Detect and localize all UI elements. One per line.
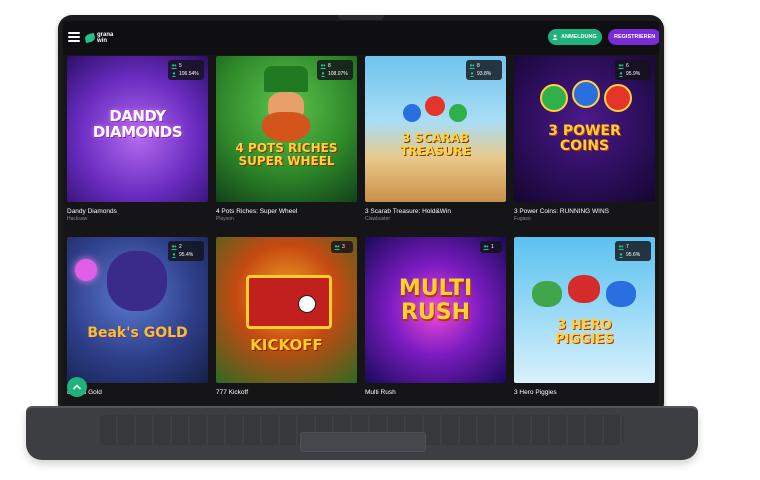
slot-reels bbox=[246, 275, 332, 329]
game-thumbnail[interactable]: 3 SCARAB TREASURE 8 93.8% bbox=[365, 56, 506, 202]
players-icon bbox=[320, 63, 326, 69]
wizard-bird bbox=[107, 251, 167, 311]
game-title[interactable]: Multi Rush bbox=[365, 389, 506, 397]
hero-piggies bbox=[532, 275, 636, 309]
players-count: 8 bbox=[328, 63, 331, 69]
leprechaun-beard bbox=[262, 112, 310, 142]
game-thumbnail[interactable]: 4 POTS RICHES SUPER WHEEL 8 108.07% bbox=[216, 56, 357, 202]
players-count: 2 bbox=[179, 244, 182, 250]
rtp-icon bbox=[171, 71, 177, 77]
rtp-icon bbox=[469, 71, 475, 77]
game-stats: 3 bbox=[331, 241, 353, 253]
game-title[interactable]: 3 Scarab Treasure: Hold&Win bbox=[365, 208, 506, 216]
scroll-top-button[interactable] bbox=[67, 377, 87, 397]
rtp-icon bbox=[618, 71, 624, 77]
players-count: 6 bbox=[626, 63, 629, 69]
game-thumbnail[interactable]: KICKOFF 3 bbox=[216, 237, 357, 383]
players-icon bbox=[334, 244, 340, 250]
app-screen: grana win ANMELDUNG REGISTRIEREN DANDY D… bbox=[63, 21, 659, 405]
rtp-icon bbox=[171, 252, 177, 258]
user-icon bbox=[552, 34, 558, 40]
players-count: 3 bbox=[342, 244, 345, 250]
game-title[interactable]: Dandy Diamonds bbox=[67, 208, 208, 216]
game-art-title: 3 HERO PIGGIES bbox=[555, 318, 614, 347]
game-thumbnail[interactable]: 3 POWER COINS 6 95.9% bbox=[514, 56, 655, 202]
rtp-value: 95.9% bbox=[626, 71, 641, 77]
register-label: REGISTRIEREN bbox=[614, 34, 656, 40]
game-title[interactable]: 4 Pots Riches: Super Wheel bbox=[216, 208, 357, 216]
logo-mark-icon bbox=[84, 32, 96, 44]
logo-text: grana win bbox=[97, 32, 114, 44]
game-title[interactable]: 3 Hero Piggies bbox=[514, 389, 655, 397]
game-stats: 6 95.9% bbox=[615, 60, 651, 80]
game-title[interactable]: 3 Power Coins: RUNNING WINS bbox=[514, 208, 655, 216]
game-art-title: KICKOFF bbox=[250, 336, 323, 354]
rtp-value: 108.07% bbox=[328, 71, 348, 77]
rtp-value: 93.8% bbox=[477, 71, 492, 77]
players-icon bbox=[469, 63, 475, 69]
game-art-title: 4 POTS RICHES SUPER WHEEL bbox=[235, 141, 338, 168]
players-icon bbox=[483, 244, 489, 250]
game-stats: 8 108.07% bbox=[317, 60, 353, 80]
app-header: grana win ANMELDUNG REGISTRIEREN bbox=[63, 21, 659, 55]
players-count: 7 bbox=[626, 244, 629, 250]
magic-orb bbox=[75, 259, 97, 281]
rtp-icon bbox=[618, 252, 624, 258]
laptop-mockup: grana win ANMELDUNG REGISTRIEREN DANDY D… bbox=[0, 0, 760, 480]
game-provider: Playson bbox=[216, 216, 234, 222]
register-button[interactable]: REGISTRIEREN bbox=[608, 29, 659, 45]
hamburger-icon[interactable] bbox=[68, 32, 80, 42]
game-stats: 8 93.8% bbox=[466, 60, 502, 80]
chevron-up-icon bbox=[73, 384, 81, 390]
rtp-value: 106.54% bbox=[179, 71, 199, 77]
players-icon bbox=[171, 63, 177, 69]
login-button[interactable]: ANMELDUNG bbox=[548, 29, 602, 45]
football-icon bbox=[298, 295, 316, 313]
players-icon bbox=[618, 63, 624, 69]
players-count: 5 bbox=[179, 63, 182, 69]
game-art-title: 3 POWER COINS bbox=[548, 123, 621, 154]
game-art-title: MULTI RUSH bbox=[398, 276, 473, 325]
power-coins bbox=[540, 80, 632, 112]
players-count: 8 bbox=[477, 63, 480, 69]
game-stats: 2 95.4% bbox=[168, 241, 204, 261]
game-stats: 7 95.6% bbox=[615, 241, 651, 261]
game-thumbnail[interactable]: Beak's GOLD 2 95.4% bbox=[67, 237, 208, 383]
game-stats: 1 bbox=[480, 241, 502, 253]
game-title[interactable]: Beak's Gold bbox=[67, 389, 208, 397]
game-provider: Fugaso bbox=[514, 216, 531, 222]
leprechaun-hat bbox=[264, 66, 308, 92]
scarab-gems bbox=[403, 96, 467, 130]
camera-notch bbox=[338, 15, 384, 20]
laptop-touchpad bbox=[300, 432, 426, 452]
game-thumbnail[interactable]: 3 HERO PIGGIES 7 95.6% bbox=[514, 237, 655, 383]
login-label: ANMELDUNG bbox=[561, 34, 597, 40]
rtp-icon bbox=[320, 71, 326, 77]
game-provider: Clawbuster bbox=[365, 216, 391, 222]
rtp-value: 95.6% bbox=[626, 252, 641, 258]
players-icon bbox=[618, 244, 624, 250]
game-title[interactable]: 777 Kickoff bbox=[216, 389, 357, 397]
game-thumbnail[interactable]: MULTI RUSH 1 bbox=[365, 237, 506, 383]
game-art-title: DANDY DIAMONDS bbox=[92, 107, 183, 141]
players-icon bbox=[171, 244, 177, 250]
game-stats: 5 106.54% bbox=[168, 60, 204, 80]
players-count: 1 bbox=[491, 244, 494, 250]
rtp-value: 95.4% bbox=[179, 252, 194, 258]
game-art-title: 3 SCARAB TREASURE bbox=[400, 131, 471, 158]
brand-logo[interactable]: grana win bbox=[84, 30, 119, 46]
game-thumbnail[interactable]: DANDY DIAMONDS 5 106.54% bbox=[67, 56, 208, 202]
game-art-title: Beak's GOLD bbox=[87, 325, 188, 341]
game-provider: Hacksaw bbox=[67, 216, 88, 222]
